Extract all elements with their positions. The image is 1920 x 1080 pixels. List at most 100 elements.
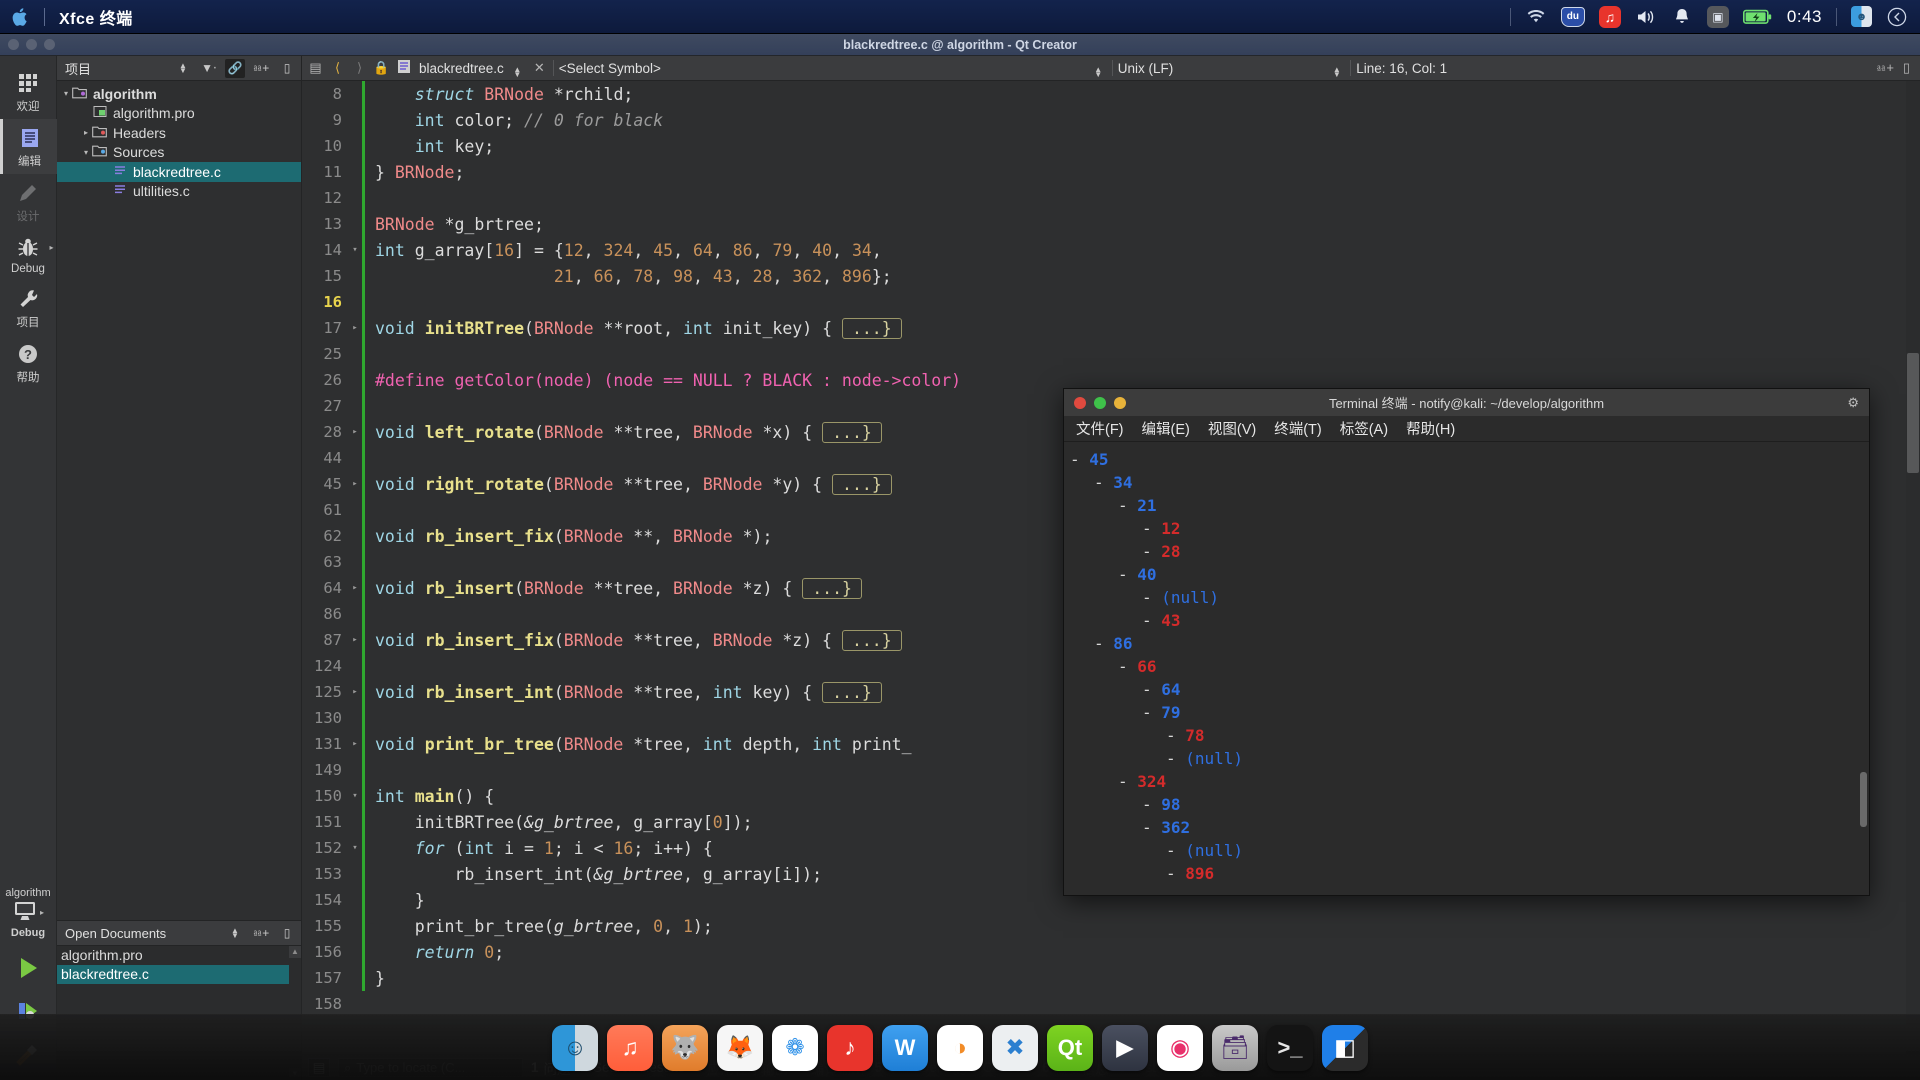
open-document-item[interactable]: blackredtree.c bbox=[57, 965, 301, 984]
terminal-close-button[interactable] bbox=[1074, 396, 1086, 409]
cloud-sync-icon[interactable]: ❁ bbox=[772, 1024, 818, 1071]
editor-close-split-icon[interactable]: ▯ bbox=[1898, 60, 1915, 76]
lock-icon[interactable]: 🔒 bbox=[373, 60, 390, 76]
tree-item-algorithm-pro[interactable]: algorithm.pro bbox=[57, 104, 301, 124]
kit-target-row[interactable]: ▸ bbox=[0, 899, 57, 926]
qt-maximize-button[interactable] bbox=[44, 39, 55, 50]
archive-icon[interactable]: 🗃 bbox=[1212, 1024, 1258, 1071]
open-documents-rows[interactable]: algorithm.pro blackredtree.c bbox=[57, 946, 301, 984]
music-icon[interactable]: ♫ bbox=[607, 1024, 653, 1071]
dock[interactable]: ☺ ♫ 🐺 🦊 ❁ ♪ W ◑ ✖ Qt ▶ ◉ 🗃 >_ ◧ bbox=[0, 1014, 1920, 1080]
qt-minimize-button[interactable] bbox=[26, 39, 37, 50]
terminal-menu-t[interactable]: 终端(T) bbox=[1274, 418, 1322, 439]
terminal-output[interactable]: - 45- 34- 21- 12- 28- 40- (null) - 43- 86… bbox=[1064, 442, 1869, 895]
terminal-window[interactable]: Terminal 终端 - notify@kali: ~/develop/alg… bbox=[1063, 388, 1870, 896]
fold-marker-icon[interactable]: ▸ bbox=[348, 323, 362, 333]
qt-close-button[interactable] bbox=[8, 39, 19, 50]
nav-forward-icon[interactable]: ⟩ bbox=[351, 60, 368, 76]
video-player-icon[interactable]: ▶ bbox=[1102, 1024, 1148, 1071]
close-icon[interactable]: ▯ bbox=[277, 59, 297, 78]
tree-twisty-icon[interactable]: ▾ bbox=[57, 148, 91, 157]
code-line[interactable]: 17 ▸ void initBRTree(BRNode **root, int in… bbox=[302, 315, 1920, 341]
terminal-icon[interactable]: >_ bbox=[1267, 1024, 1313, 1071]
split-icon[interactable]: ⎂+ bbox=[251, 59, 271, 78]
fold-marker-icon[interactable]: ▸ bbox=[348, 687, 362, 697]
tree-item-headers[interactable]: ▸ Headers bbox=[57, 123, 301, 143]
fold-marker-icon[interactable]: ▾ bbox=[348, 843, 362, 853]
blue-app-icon[interactable]: ◧ bbox=[1322, 1024, 1368, 1071]
fold-marker-icon[interactable]: ▸ bbox=[348, 739, 362, 749]
line-ending-selector[interactable]: Unix (LF) bbox=[1118, 61, 1174, 76]
cursor-dropdown-icon[interactable]: ▲ ▼ bbox=[1328, 60, 1345, 78]
kit-selector[interactable]: algorithm ▸ Debug bbox=[0, 887, 57, 941]
run-play-icon[interactable] bbox=[15, 955, 41, 984]
fold-marker-icon[interactable]: ▸ bbox=[348, 427, 362, 437]
nav-back-icon[interactable]: ⟨ bbox=[329, 60, 346, 76]
fold-marker-icon[interactable]: ▸ bbox=[348, 479, 362, 489]
qt-window-buttons[interactable] bbox=[8, 39, 55, 50]
fold-marker-icon[interactable]: ▾ bbox=[348, 791, 362, 801]
split-editor-icon[interactable]: ⎂+ bbox=[1876, 60, 1894, 76]
code-line[interactable]: 16 bbox=[302, 289, 1920, 315]
netease-music-icon[interactable]: ♪ bbox=[827, 1024, 873, 1071]
tree-twisty-icon[interactable]: ▾ bbox=[57, 89, 71, 98]
terminal-menubar[interactable]: 文件(F) 编辑(E) 视图(V) 终端(T) 标签(A) 帮助(H) bbox=[1064, 416, 1869, 442]
editor-file-dropdown-icon[interactable]: ▲ ▼ bbox=[509, 60, 526, 78]
finder-face-icon[interactable]: ☻ bbox=[1851, 6, 1872, 27]
link-icon[interactable]: 🔗 bbox=[225, 58, 245, 78]
gear-icon[interactable]: ⚙ bbox=[1847, 395, 1859, 411]
clock[interactable]: 0:43 bbox=[1787, 7, 1822, 27]
editor-close-icon[interactable]: ✕ bbox=[531, 60, 548, 76]
wps-writer-icon[interactable]: W bbox=[882, 1024, 928, 1071]
code-line[interactable]: 9 int color; // 0 for black bbox=[302, 107, 1920, 133]
editor-scroll-thumb[interactable] bbox=[1907, 353, 1919, 474]
editor-scrollbar[interactable] bbox=[1906, 81, 1920, 1054]
wifi-icon[interactable] bbox=[1525, 6, 1547, 28]
apple-logo-icon[interactable] bbox=[12, 7, 30, 27]
terminal-menu-h[interactable]: 帮助(H) bbox=[1406, 418, 1455, 439]
volume-icon[interactable] bbox=[1635, 6, 1657, 28]
opendocs-split-icon[interactable]: ⎂+ bbox=[251, 924, 271, 943]
sort-toggle-icon[interactable]: ▲ ▼ bbox=[173, 59, 193, 78]
fold-marker-icon[interactable]: ▾ bbox=[348, 245, 362, 255]
tree-twisty-icon[interactable]: ▸ bbox=[57, 128, 91, 137]
gimp-icon[interactable]: 🐺 bbox=[662, 1024, 708, 1071]
opendocs-close-icon[interactable]: ▯ bbox=[277, 924, 297, 943]
line-ending-dropdown-icon[interactable]: ▲ ▼ bbox=[1090, 60, 1107, 78]
terminal-menu-f[interactable]: 文件(F) bbox=[1076, 418, 1124, 439]
mode-welcome[interactable]: 欢迎 bbox=[0, 64, 57, 119]
chevron-circle-icon[interactable] bbox=[1886, 6, 1908, 28]
terminal-window-buttons[interactable] bbox=[1074, 396, 1126, 409]
kit-chevron-icon[interactable]: ▸ bbox=[40, 908, 44, 917]
code-line[interactable]: 25 bbox=[302, 341, 1920, 367]
fold-marker-icon[interactable]: ▸ bbox=[348, 583, 362, 593]
terminal-menu-v[interactable]: 视图(V) bbox=[1208, 418, 1256, 439]
terminal-scrollbar[interactable] bbox=[1860, 772, 1867, 827]
editor-filename[interactable]: blackredtree.c bbox=[419, 61, 504, 76]
code-line[interactable]: 157} bbox=[302, 965, 1920, 991]
vscode-icon[interactable]: ✖ bbox=[992, 1024, 1038, 1071]
tree-item-blackredtree-c[interactable]: blackredtree.c bbox=[57, 162, 301, 182]
notification-bell-icon[interactable] bbox=[1671, 6, 1693, 28]
battery-charging-icon[interactable] bbox=[1742, 6, 1773, 28]
mode-projects[interactable]: 项目 bbox=[0, 280, 57, 335]
code-line[interactable]: 13 BRNode *g_brtree; bbox=[302, 211, 1920, 237]
code-line[interactable]: 156 return 0; bbox=[302, 939, 1920, 965]
qt-creator-icon[interactable]: Qt bbox=[1047, 1024, 1093, 1071]
opendocs-sort-icon[interactable]: ▲ ▼ bbox=[225, 924, 245, 943]
scroll-up-arrow-icon[interactable]: ▲ bbox=[289, 946, 301, 958]
finder-icon[interactable]: ☺ bbox=[552, 1024, 598, 1071]
filter-icon[interactable]: ▼‧ bbox=[199, 59, 219, 78]
fold-marker-icon[interactable]: ▸ bbox=[348, 635, 362, 645]
firefox-icon[interactable]: 🦊 bbox=[717, 1024, 763, 1071]
terminal-menu-e[interactable]: 编辑(E) bbox=[1142, 418, 1190, 439]
tree-item-sources[interactable]: ▾ Sources bbox=[57, 143, 301, 163]
chevron-right-icon[interactable]: ▸ bbox=[49, 243, 53, 252]
screenshot-icon[interactable]: ▣ bbox=[1706, 5, 1729, 28]
editor-split-left-icon[interactable]: ▤ bbox=[307, 60, 324, 76]
code-line[interactable]: 15 21, 66, 78, 98, 43, 28, 362, 896}; bbox=[302, 263, 1920, 289]
tree-item-ultilities-c[interactable]: ultilities.c bbox=[57, 182, 301, 202]
mode-edit[interactable]: 编辑 bbox=[0, 119, 57, 174]
project-tree[interactable]: ▾ algorithm algorithm.pro ▸ Headers ▾ Sources b… bbox=[57, 81, 301, 920]
terminal-minimize-button[interactable] bbox=[1094, 396, 1106, 409]
